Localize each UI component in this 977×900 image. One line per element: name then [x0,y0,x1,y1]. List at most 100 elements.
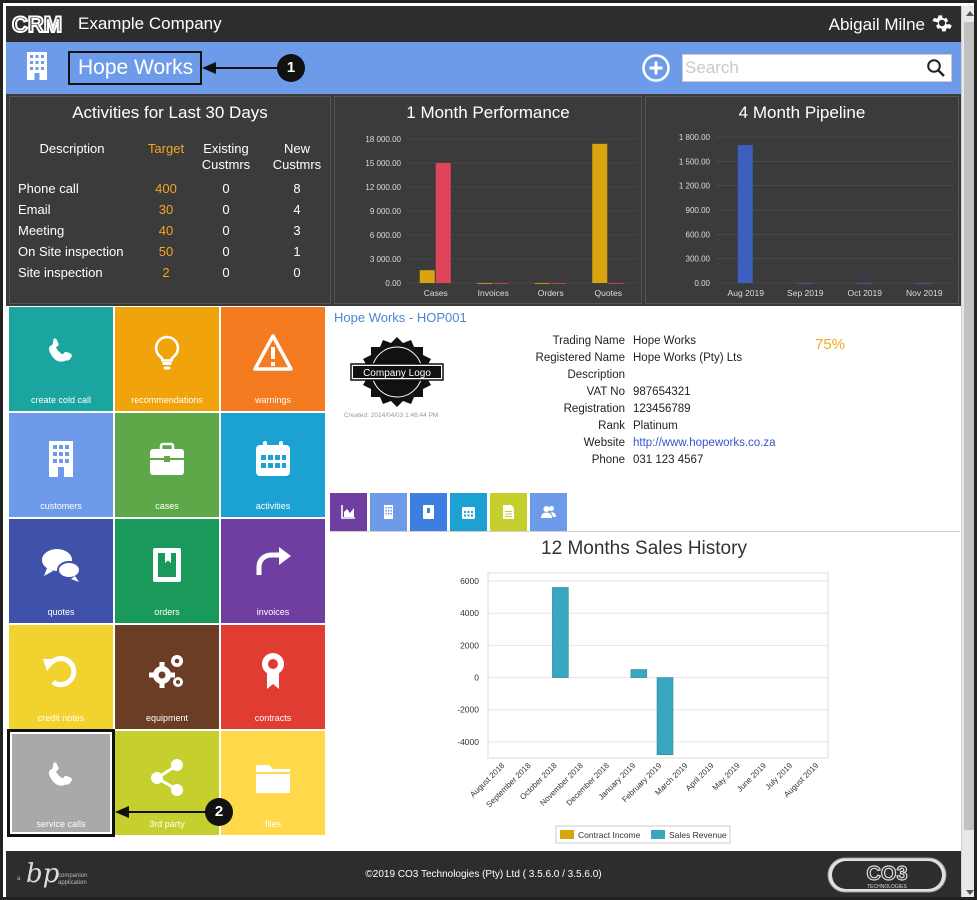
activity-desc: On Site inspection [18,244,124,259]
address-book-icon [423,505,434,519]
top-bar: CRM Example Company Abigail Milne [6,6,961,42]
info-label: Trading Name [552,335,625,347]
client-tab-users[interactable] [530,493,567,531]
phone-icon [48,338,72,362]
activity-existing: 0 [222,181,230,196]
legend-label: Contract Income [578,830,641,840]
activity-existing: 0 [222,223,230,238]
info-label: VAT No [586,386,625,398]
client-tab-document[interactable] [490,493,527,531]
tile-label: files [264,819,281,829]
briefcase-icon [150,442,184,475]
plus-circle-icon[interactable] [642,54,670,82]
sales-history-title: 12 Months Sales History [541,538,747,559]
svg-text:application: application [58,880,87,886]
completion-percent: 75% [815,336,846,353]
callout-2-arrowhead [115,806,129,818]
gear-icon[interactable] [931,12,953,34]
bar [419,270,435,283]
vertical-scrollbar[interactable] [961,6,977,900]
y-tick-label: 18 000.00 [365,135,401,144]
tile-label: service calls [36,819,86,829]
bar [608,283,624,284]
activities-panel: Activities for Last 30 Days Description … [9,96,331,304]
tile-cases[interactable]: cases [115,413,219,517]
tile-create-cold-call[interactable]: create cold call [9,307,113,411]
tile-credit-notes[interactable]: credit notes [9,625,113,729]
tile-label: equipment [145,713,189,723]
x-tick-label: Oct 2019 [848,288,883,298]
building-icon [49,441,73,477]
y-tick-label: 0 [474,673,479,683]
award-icon [262,653,284,689]
client-tab-calendar[interactable] [450,493,487,531]
search-icon[interactable] [926,58,946,78]
info-label: Rank [598,420,625,432]
tab-divider [330,531,960,532]
y-tick-label: 1 500.00 [679,157,711,166]
tile-label: customers [40,501,82,511]
folder-icon [256,765,290,793]
tile-3rd-party[interactable]: 3rd party [115,731,219,835]
bar [630,669,648,678]
activity-target: 30 [158,202,174,217]
callout-1: 1 [277,54,305,82]
activity-existing: 0 [222,265,230,280]
info-label: Phone [591,454,625,466]
tile-label: contracts [254,713,292,723]
y-tick-label: -2000 [457,705,479,715]
activity-row: Site inspection 2 0 0 [10,265,332,285]
bar [856,283,872,284]
scroll-down-icon[interactable] [962,884,977,900]
activity-new: 1 [293,244,301,259]
tile-label: quotes [47,607,75,617]
client-tab-area-chart[interactable] [330,493,367,531]
performance-chart: 0.00 3 000.00 6 000.00 9 000.00 12 000.00 15 … [365,135,637,298]
y-tick-label: 6 000.00 [370,231,402,240]
scroll-up-icon[interactable] [962,6,977,22]
info-value: 123456789 [633,403,691,415]
user-name[interactable]: Abigail Milne [829,15,925,35]
tile-equipment[interactable]: equipment [115,625,219,729]
tile-grid: create cold call recommendations warnings c… [7,307,327,837]
x-tick-label: September 2018 [484,761,533,810]
users-icon [541,506,556,518]
y-tick-label: 9 000.00 [370,207,402,216]
y-tick-label: 1 200.00 [679,182,711,191]
x-tick-label: Quotes [595,288,622,298]
tile-label: cases [155,501,179,511]
tile-quotes[interactable]: quotes [9,519,113,623]
svg-text:TECHNOLOGIES: TECHNOLOGIES [867,884,907,890]
tile-files[interactable]: files [221,731,325,835]
redo-arrow-icon [256,547,291,575]
y-tick-label: 4000 [460,608,479,618]
legend-swatch [560,830,574,839]
tile-invoices[interactable]: invoices [221,519,325,623]
y-tick-label: 6000 [460,576,479,586]
tile-contracts[interactable]: contracts [221,625,325,729]
tile-recommendations[interactable]: recommendations [115,307,219,411]
activity-row: Phone call 400 0 8 [10,181,332,201]
phone-icon [48,762,72,786]
co3-logo: CO3 TECHNOLOGIES [827,857,947,893]
bar [916,283,932,284]
scroll-thumb[interactable] [964,22,974,830]
bar [550,283,566,284]
info-label: Website [583,437,625,449]
client-tab-building[interactable] [370,493,407,531]
crm-logo[interactable]: CRM [12,12,70,36]
website-link[interactable]: http://www.hopeworks.co.za [633,437,776,449]
tile-label: invoices [256,607,290,617]
client-code[interactable]: Hope Works - HOP001 [334,310,467,325]
search-input[interactable] [685,57,915,79]
client-tab-address-book[interactable] [410,493,447,531]
activity-new: 3 [293,223,301,238]
tile-service-calls[interactable]: service calls [7,729,115,837]
tile-warnings[interactable]: warnings [221,307,325,411]
y-tick-label: 0.00 [385,279,401,288]
tile-orders[interactable]: orders [115,519,219,623]
bar [592,143,608,283]
tile-activities[interactable]: activities [221,413,325,517]
tile-label: activities [255,501,291,511]
tile-customers[interactable]: customers [9,413,113,517]
